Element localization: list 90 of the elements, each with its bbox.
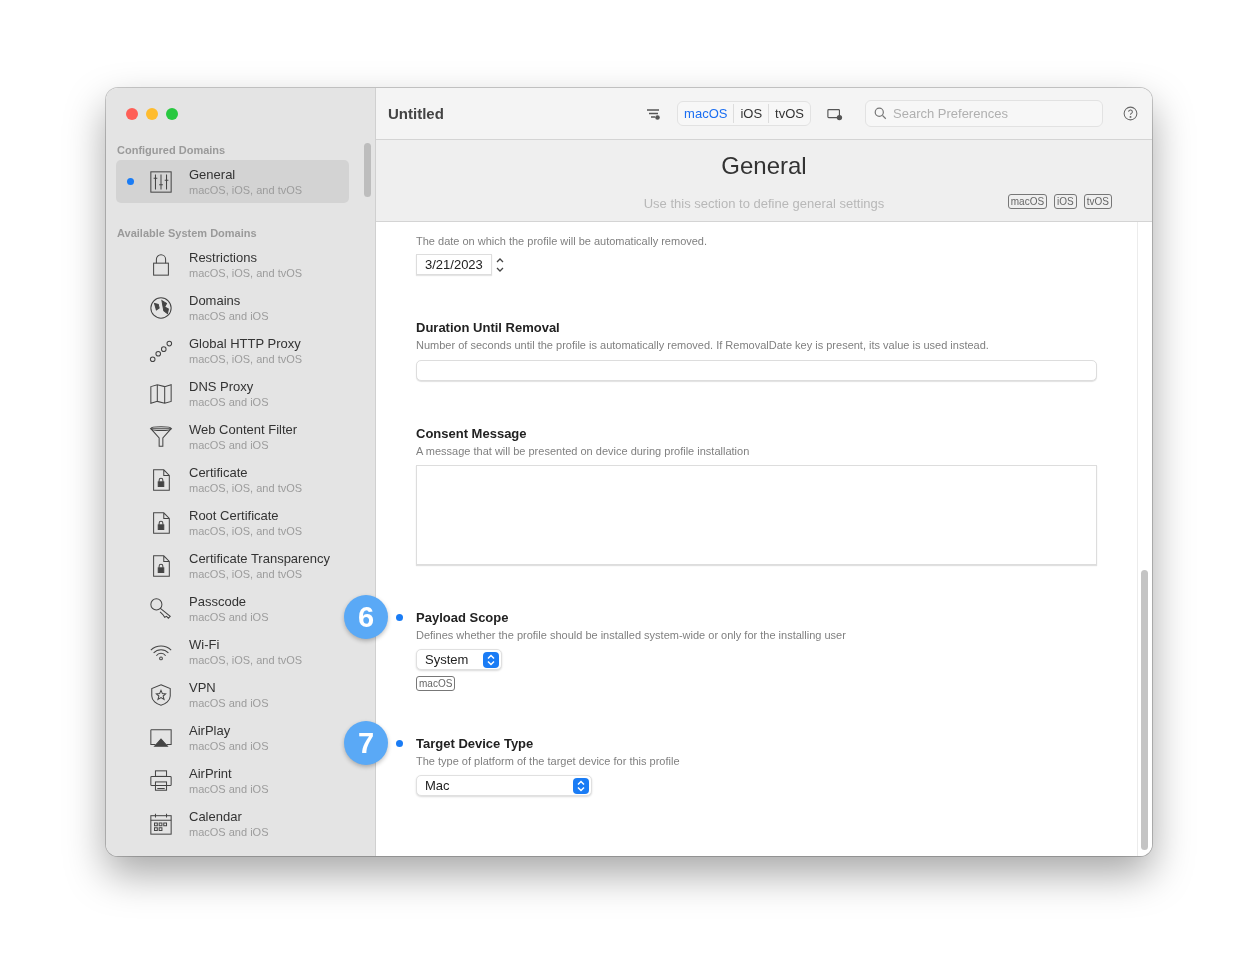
domain-name: General <box>189 165 237 183</box>
domain-item[interactable]: VPN macOS and iOS <box>116 673 273 716</box>
close-button[interactable] <box>126 108 138 120</box>
field-title: Duration Until Removal <box>416 319 561 336</box>
platform-tag: macOS <box>416 676 456 691</box>
domain-name: Root Certificate <box>189 506 280 524</box>
calendar-icon <box>149 811 173 836</box>
sliders-icon <box>149 169 173 194</box>
section-title: General <box>720 152 808 180</box>
popup-button[interactable]: Mac <box>416 775 592 796</box>
domain-platforms: macOS, iOS, and tvOS <box>189 265 303 281</box>
input-field[interactable] <box>416 360 1097 381</box>
domain-platforms: macOS and iOS <box>189 437 270 453</box>
platform-tab[interactable]: iOS <box>733 104 769 123</box>
domain-item[interactable]: DNS Proxy macOS and iOS <box>116 372 273 415</box>
printer-icon <box>149 768 173 793</box>
domain-item[interactable]: Certificate macOS, iOS, and tvOS <box>116 458 307 501</box>
domain-name: Passcode <box>189 592 248 610</box>
domain-name: Certificate Transparency <box>189 549 330 567</box>
chevron-updown-icon <box>573 777 589 794</box>
platform-tag: tvOS <box>1083 194 1112 209</box>
search-icon <box>874 107 887 120</box>
field-title: Target Device Type <box>416 735 535 752</box>
domain-item[interactable]: Restrictions macOS, iOS, and tvOS <box>116 243 307 286</box>
text-area[interactable] <box>416 465 1097 565</box>
map-icon <box>149 381 173 406</box>
key-icon <box>149 596 173 621</box>
field-title: Payload Scope <box>416 609 510 626</box>
domain-name: Global HTTP Proxy <box>189 334 302 352</box>
domain-item[interactable]: Root Certificate macOS, iOS, and tvOS <box>116 501 307 544</box>
domain-name: Calendar <box>189 807 243 825</box>
domain-name: AirPlay <box>189 721 232 739</box>
field-description: Number of seconds until the profile is automatically removed. If RemovalDate key is present, its value is used instead. <box>416 338 990 352</box>
date-field[interactable]: 3/21/2023 <box>416 254 492 275</box>
globe-icon <box>149 295 173 320</box>
platform-tab[interactable]: tvOS <box>768 104 810 123</box>
domain-item[interactable]: AirPrint macOS and iOS <box>116 759 273 802</box>
domain-platforms: macOS, iOS, and tvOS <box>189 480 303 496</box>
zoom-button[interactable] <box>166 108 178 120</box>
funnel-icon <box>149 424 173 449</box>
domain-name: Web Content Filter <box>189 420 298 438</box>
domain-platforms: macOS and iOS <box>189 824 269 840</box>
domain-platforms: macOS, iOS, and tvOS <box>189 523 303 539</box>
domain-platforms: macOS and iOS <box>189 695 269 711</box>
platform-tag: macOS <box>1007 194 1048 209</box>
domain-platforms: macOS and iOS <box>189 738 269 754</box>
field-description: A message that will be presented on device during profile installation <box>416 444 751 458</box>
section-heading: Available System Domains <box>117 227 258 239</box>
field-description: Defines whether the profile should be installed system-wide or only for the installing user <box>416 628 847 642</box>
domain-platforms: macOS and iOS <box>189 781 269 797</box>
search-input[interactable]: Search Preferences <box>893 103 1094 124</box>
shield-star-icon <box>149 682 173 707</box>
chevron-updown-icon <box>483 651 499 668</box>
modified-dot <box>396 614 403 621</box>
domain-platforms: macOS, iOS, and tvOS <box>189 351 303 367</box>
platform-tag: iOS <box>1054 194 1077 209</box>
domain-item[interactable]: Global HTTP Proxy macOS, iOS, and tvOS <box>116 329 307 372</box>
domain-item[interactable]: AirPlay macOS and iOS <box>116 716 273 759</box>
domain-name: DNS Proxy <box>189 377 255 395</box>
domain-name: AirPrint <box>189 764 233 782</box>
domain-name: Certificate <box>189 463 249 481</box>
domain-item[interactable]: Calendar macOS and iOS <box>116 802 273 845</box>
scrollbar-thumb[interactable] <box>1141 570 1148 850</box>
window-title: Untitled <box>388 105 444 122</box>
section-heading: Configured Domains <box>117 144 227 156</box>
domain-platforms: macOS, iOS, and tvOS <box>189 652 303 668</box>
domain-platforms: macOS and iOS <box>189 308 269 324</box>
domain-item[interactable]: Domains macOS and iOS <box>116 286 273 329</box>
field-title: Consent Message <box>416 425 528 442</box>
domain-name: Domains <box>189 291 242 309</box>
domain-name: Wi-Fi <box>189 635 221 653</box>
domain-item[interactable]: Passcode macOS and iOS <box>116 587 273 630</box>
modified-dot <box>396 740 403 747</box>
domain-item[interactable]: Wi-Fi macOS, iOS, and tvOS <box>116 630 307 673</box>
field-description: The date on which the profile will be automatically removed. <box>416 234 709 248</box>
help-icon[interactable] <box>1123 106 1138 121</box>
scrollbar-thumb[interactable] <box>364 143 371 197</box>
domain-platforms: macOS and iOS <box>189 609 269 625</box>
domain-name: Restrictions <box>189 248 258 266</box>
nodes-icon <box>149 338 173 363</box>
platform-tab[interactable]: macOS <box>678 104 734 123</box>
domain-item[interactable]: Web Content Filter macOS and iOS <box>116 415 302 458</box>
minimize-button[interactable] <box>146 108 158 120</box>
search-field[interactable]: Search Preferences <box>865 100 1103 127</box>
domain-platforms: macOS, iOS, and tvOS <box>189 566 304 582</box>
field-description: The type of platform of the target device for this profile <box>416 754 681 768</box>
domain-platforms: macOS and iOS <box>189 394 269 410</box>
popup-button[interactable]: System <box>416 649 502 670</box>
domain-item[interactable]: Certificate Transparency macOS, iOS, and tvOS <box>116 544 334 587</box>
domain-name: VPN <box>189 678 217 696</box>
